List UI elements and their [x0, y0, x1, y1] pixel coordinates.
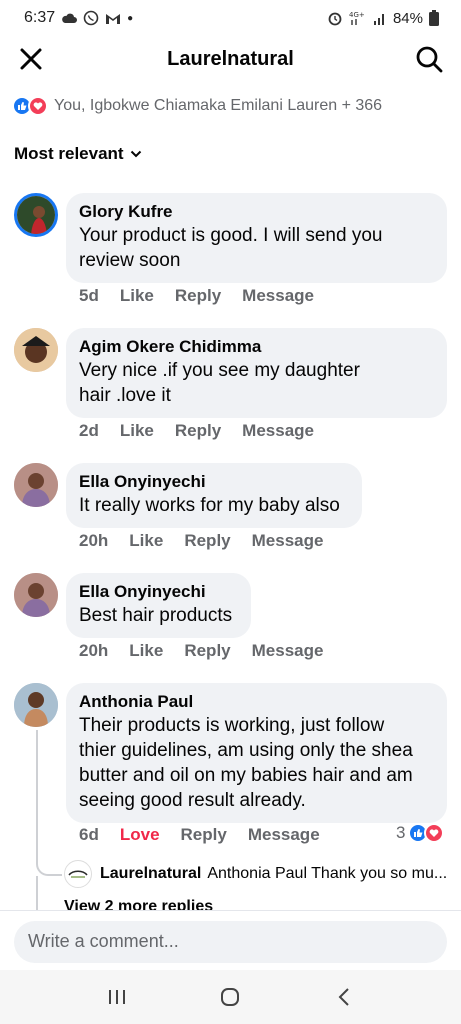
comment-bubble[interactable]: Agim Okere Chidimma Very nice .if you se…: [66, 328, 447, 418]
like-button[interactable]: Like: [120, 421, 154, 441]
love-button[interactable]: Love: [120, 825, 160, 845]
message-button[interactable]: Message: [252, 531, 324, 551]
avatar[interactable]: [14, 463, 58, 507]
reply-author[interactable]: Laurelnatural: [100, 865, 201, 883]
back-button[interactable]: [331, 984, 357, 1010]
svg-text:4G+: 4G+: [349, 11, 365, 19]
comment-time: 6d: [79, 825, 99, 844]
comment-time: 20h: [79, 531, 109, 550]
avatar[interactable]: [14, 328, 58, 372]
status-bar: 6:37 ● 4G+ 84%: [0, 0, 461, 36]
comment-actions: 6d Love Reply Message: [79, 825, 341, 845]
comment-author[interactable]: Ella Onyinyechi: [79, 581, 237, 603]
love-reaction-icon: [424, 823, 445, 843]
avatar[interactable]: [14, 193, 58, 237]
message-button[interactable]: Message: [242, 286, 314, 306]
thread-line: [36, 876, 38, 910]
comment-input[interactable]: Write a comment...: [14, 921, 447, 963]
comment-text-line: review soon: [79, 250, 181, 271]
comment-text-line: seeing good result already.: [79, 790, 306, 811]
composer-bar: Write a comment...: [0, 910, 461, 970]
comment-text-line: butter and oil on my babies hair and am: [79, 765, 413, 786]
home-button[interactable]: [217, 984, 243, 1010]
reactions-text: You, Igbokwe Chiamaka Emilani Lauren + 3…: [54, 97, 383, 114]
reply-text: Anthonia Paul Thank you so mu...: [207, 865, 448, 882]
cloud-icon: [62, 13, 78, 23]
comment-text-line: It really works for my baby also: [79, 495, 340, 516]
reply-button[interactable]: Reply: [181, 825, 227, 845]
comment-bubble[interactable]: Glory Kufre Your product is good. I will…: [66, 193, 447, 283]
comment-text-line: Your product is good. I will send you: [79, 225, 383, 246]
dot-icon: ●: [127, 12, 134, 24]
thread-line: [36, 730, 38, 864]
alarm-icon: [328, 12, 342, 26]
signal-bars-icon: [373, 14, 384, 25]
message-button[interactable]: Message: [242, 421, 314, 441]
comment-actions: 20h Like Reply Message: [79, 641, 344, 661]
whatsapp-icon: [83, 10, 99, 26]
comment-author[interactable]: Anthonia Paul: [79, 691, 433, 713]
comment-text-line: thier guidelines, am using only the shea: [79, 740, 413, 761]
system-nav-bar: [0, 970, 461, 1024]
comment-author[interactable]: Agim Okere Chidimma: [79, 336, 433, 358]
status-time: 6:37: [24, 9, 56, 26]
comment-bubble[interactable]: Anthonia Paul Their products is working,…: [66, 683, 447, 823]
page-title: Laurelnatural: [167, 47, 294, 70]
comment-actions: 20h Like Reply Message: [79, 531, 344, 551]
comment-time: 2d: [79, 421, 99, 440]
comment-text-line: hair .love it: [79, 385, 171, 406]
gmail-icon: [106, 13, 121, 24]
search-icon[interactable]: [415, 45, 443, 73]
avatar[interactable]: [14, 683, 58, 727]
like-button[interactable]: Like: [129, 641, 163, 661]
comment-time: 5d: [79, 286, 99, 305]
message-button[interactable]: Message: [248, 825, 320, 845]
reply-button[interactable]: Reply: [175, 421, 221, 441]
back-icon: [338, 988, 349, 1006]
recent-apps-button[interactable]: [104, 984, 130, 1010]
sort-dropdown[interactable]: Most relevant: [14, 144, 142, 164]
avatar[interactable]: [14, 573, 58, 617]
comment-text-line: Very nice .if you see my daughter: [79, 360, 360, 381]
recent-apps-icon: [108, 990, 125, 1004]
comment-bubble[interactable]: Ella Onyinyechi It really works for my b…: [66, 463, 362, 528]
reply-button[interactable]: Reply: [184, 641, 230, 661]
battery-percent: 84%: [392, 9, 423, 27]
comment-actions: 5d Like Reply Message: [79, 286, 335, 306]
reply-item[interactable]: Laurelnatural Anthonia Paul Thank you so…: [64, 860, 461, 888]
comment-text-line: Their products is working, just follow: [79, 715, 385, 736]
like-button[interactable]: Like: [120, 286, 154, 306]
sort-label: Most relevant: [14, 144, 124, 163]
reply-button[interactable]: Reply: [184, 531, 230, 551]
reply-button[interactable]: Reply: [175, 286, 221, 306]
reactions-summary[interactable]: You, Igbokwe Chiamaka Emilani Lauren + 3…: [12, 96, 382, 116]
signal-4g-icon: 4G+: [349, 11, 365, 25]
close-icon[interactable]: [18, 46, 44, 72]
home-icon: [221, 988, 240, 1006]
comment-author[interactable]: Ella Onyinyechi: [79, 471, 348, 493]
comment-bubble[interactable]: Ella Onyinyechi Best hair products: [66, 573, 251, 638]
comment-reactions[interactable]: 3: [396, 823, 445, 843]
battery-icon: [429, 10, 439, 26]
chevron-down-icon: [130, 150, 141, 158]
thread-connector: [36, 862, 62, 876]
page-logo-avatar[interactable]: [64, 860, 92, 888]
reaction-count: 3: [396, 823, 406, 842]
comment-author[interactable]: Glory Kufre: [79, 201, 433, 223]
comment-time: 20h: [79, 641, 109, 660]
message-button[interactable]: Message: [252, 641, 324, 661]
comment-text-line: Best hair products: [79, 605, 233, 626]
comment-actions: 2d Like Reply Message: [79, 421, 335, 441]
like-button[interactable]: Like: [129, 531, 163, 551]
love-reaction-icon: [28, 96, 48, 116]
app-header: Laurelnatural: [0, 36, 461, 82]
